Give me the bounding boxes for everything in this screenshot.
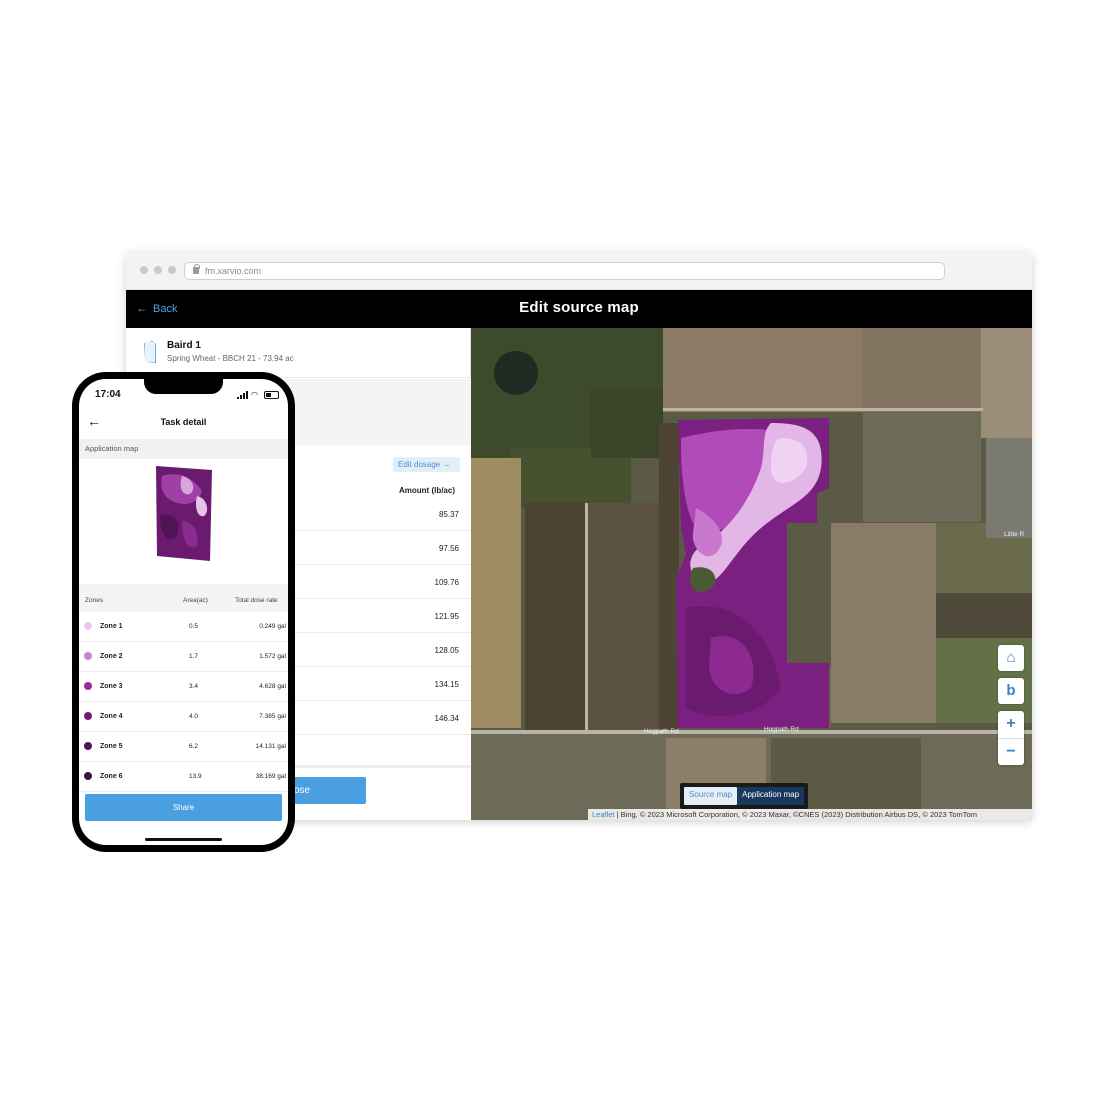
bing-layer-button[interactable]: b — [998, 678, 1024, 704]
zone-dose: 4.628 gal — [259, 683, 286, 690]
leaflet-link[interactable]: Leaflet — [592, 810, 615, 819]
status-icons: ◠ — [237, 391, 282, 399]
signal-icon — [237, 397, 239, 399]
application-map-thumbnail — [156, 466, 212, 561]
zones-table-header: Zones Area(ac) Total dose rate — [79, 584, 288, 612]
zone-dose: 1.572 gal — [259, 653, 286, 660]
zone-color-swatch — [84, 682, 92, 690]
field-shape-icon — [144, 341, 156, 363]
bing-logo-icon: b — [1006, 682, 1016, 699]
zone-color-swatch — [84, 622, 92, 630]
map-attribution: Leaflet | Bing, © 2023 Microsoft Corpora… — [588, 809, 1032, 820]
page-title: Edit source map — [519, 299, 639, 316]
zone-dose: 38.169 gal — [255, 773, 286, 780]
zone-row[interactable]: Zone 3 3.4 4.628 gal — [79, 672, 288, 702]
status-time: 17:04 — [95, 389, 121, 400]
zone-area: 13.9 — [189, 773, 202, 780]
zone-area: 6.2 — [189, 743, 199, 750]
zone-dose: 14.131 gal — [255, 743, 286, 750]
signal-icon — [240, 395, 242, 399]
satellite-map[interactable]: Hogpath Rd Hogpath Rd Little R ⌂ b + − S… — [471, 328, 1032, 820]
area-column-label: Area(ac) — [183, 597, 208, 604]
map-layer-toggle: Source map Application map — [680, 783, 809, 809]
road-label: Hogpath Rd — [644, 728, 679, 735]
zone-name: Zone 3 — [100, 683, 123, 690]
road-label: Hogpath Rd — [764, 726, 799, 733]
dose-column-label: Total dose rate — [235, 597, 278, 604]
field-header[interactable]: Baird 1 Spring Wheat - BBCH 21 - 73.94 a… — [126, 328, 470, 378]
zone-row[interactable]: Zone 4 4.0 7.385 gal — [79, 702, 288, 732]
field-subtitle: Spring Wheat - BBCH 21 - 73.94 ac — [167, 354, 294, 363]
lock-icon — [193, 264, 200, 274]
zone-area: 3.4 — [189, 683, 199, 690]
zone-area: 1.7 — [189, 653, 199, 660]
satellite-imagery — [471, 328, 1032, 820]
battery-icon — [264, 391, 279, 399]
amount-column-header: Amount (lb/ac) — [399, 486, 455, 495]
town-label: Little R — [1004, 531, 1025, 538]
amount-value: 121.95 — [434, 612, 459, 621]
zone-dose: 0.249 gal — [259, 623, 286, 630]
address-bar[interactable]: fm.xarvio.com — [184, 262, 945, 280]
zone-row[interactable]: Zone 5 6.2 14.131 gal — [79, 732, 288, 762]
zone-name: Zone 6 — [100, 773, 123, 780]
signal-icon — [243, 393, 245, 399]
amount-value: 146.34 — [434, 714, 459, 723]
window-close-dot[interactable] — [140, 266, 148, 274]
zone-area: 4.0 — [189, 713, 199, 720]
edit-dosage-button[interactable]: Edit dosage → — [393, 457, 460, 472]
zone-color-swatch — [84, 772, 92, 780]
zone-name: Zone 1 — [100, 623, 123, 630]
zone-area: 0.5 — [189, 623, 199, 630]
primary-action-button[interactable]: ose — [286, 777, 366, 804]
app-header: ← Back Edit source map — [126, 290, 1032, 328]
amount-value: 128.05 — [434, 646, 459, 655]
arrow-right-icon: → — [442, 460, 451, 469]
amount-value: 134.15 — [434, 680, 459, 689]
application-map-toggle[interactable]: Application map — [737, 787, 805, 805]
phone-notch — [144, 379, 223, 394]
source-map-toggle[interactable]: Source map — [684, 787, 738, 805]
zone-color-swatch — [84, 652, 92, 660]
amount-value: 85.37 — [438, 510, 459, 519]
zone-color-swatch — [84, 712, 92, 720]
home-indicator[interactable] — [145, 838, 222, 841]
amount-value: 97.56 — [438, 544, 459, 553]
url-text: fm.xarvio.com — [205, 266, 262, 276]
zone-dose: 7.385 gal — [259, 713, 286, 720]
zones-column-label: Zones — [85, 597, 104, 604]
phone-title: Task detail — [160, 417, 207, 427]
zoom-in-button[interactable]: + — [998, 711, 1024, 738]
application-map-section-label: Application map — [79, 439, 288, 459]
zoom-out-button[interactable]: − — [998, 738, 1024, 765]
zone-name: Zone 5 — [100, 743, 123, 750]
zone-name: Zone 2 — [100, 653, 123, 660]
field-name: Baird 1 — [167, 340, 201, 351]
zone-row[interactable]: Zone 1 0.5 0.249 gal — [79, 612, 288, 642]
window-maximize-dot[interactable] — [168, 266, 176, 274]
phone-screen: 17:04 ◠ ← Task detail Application map Zo… — [79, 379, 288, 845]
amount-value: 109.76 — [434, 578, 459, 587]
wifi-icon: ◠ — [251, 390, 258, 399]
edit-dosage-label: Edit dosage — [398, 460, 441, 469]
home-icon: ⌂ — [1006, 649, 1016, 666]
browser-chrome: fm.xarvio.com — [126, 252, 1032, 290]
zone-color-swatch — [84, 742, 92, 750]
zone-name: Zone 4 — [100, 713, 123, 720]
attribution-text: | Bing, © 2023 Microsoft Corporation, © … — [614, 810, 977, 819]
window-minimize-dot[interactable] — [154, 266, 162, 274]
stage: fm.xarvio.com ← Back Edit source map Bair… — [0, 0, 1104, 1104]
zoom-controls: + − — [998, 711, 1024, 765]
share-button[interactable]: Share — [85, 794, 282, 821]
phone-frame: 17:04 ◠ ← Task detail Application map Zo… — [72, 372, 295, 852]
zone-row[interactable]: Zone 6 13.9 38.169 gal — [79, 762, 288, 792]
zone-row[interactable]: Zone 2 1.7 1.572 gal — [79, 642, 288, 672]
recenter-home-button[interactable]: ⌂ — [998, 645, 1024, 671]
signal-icon — [246, 391, 248, 399]
